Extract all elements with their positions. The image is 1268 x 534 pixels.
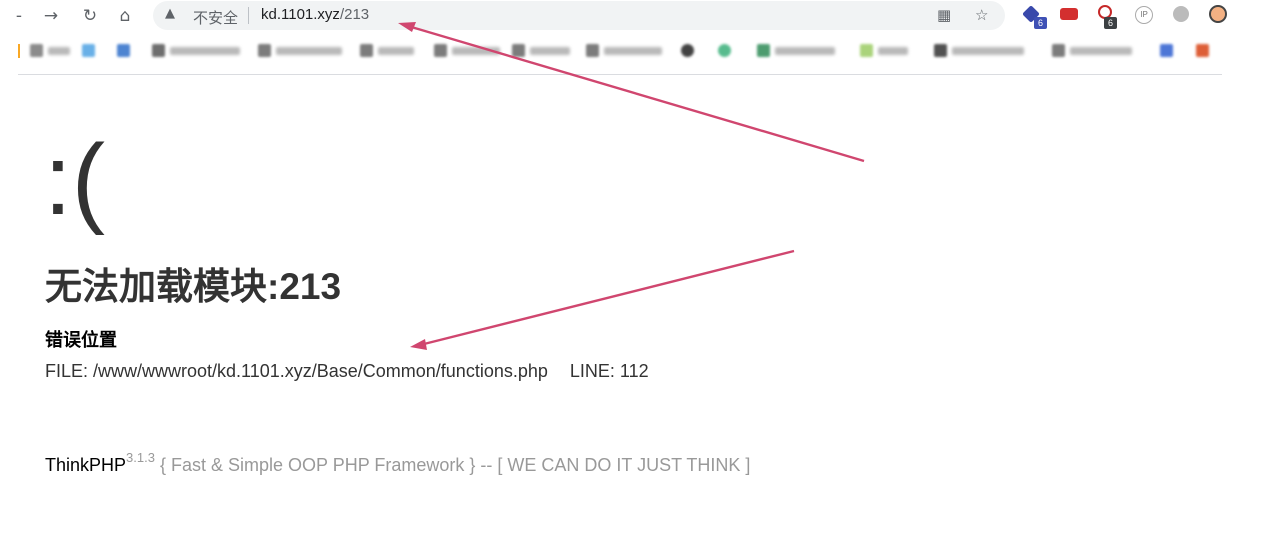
annotation-arrow-file xyxy=(419,249,795,347)
annotation-arrows xyxy=(398,22,865,350)
annotation-arrow-url xyxy=(407,24,865,163)
arrowhead-file xyxy=(410,339,427,350)
arrowhead-url xyxy=(398,22,416,32)
